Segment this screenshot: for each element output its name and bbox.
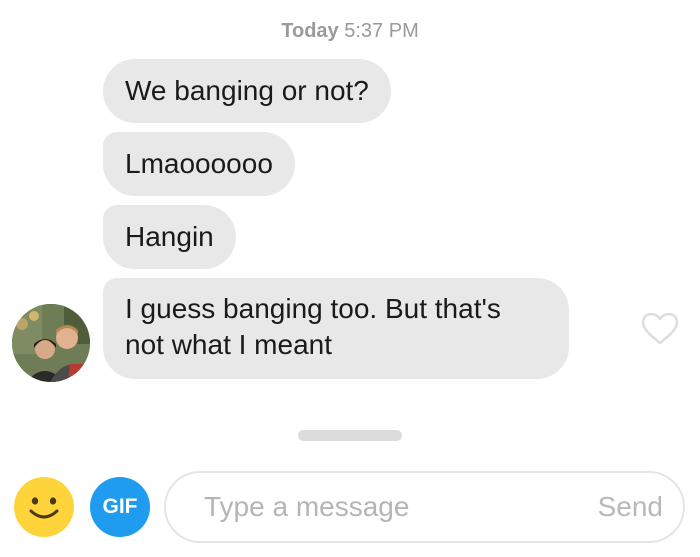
sender-avatar[interactable] (12, 304, 90, 382)
gif-button[interactable]: GIF (90, 477, 150, 537)
timestamp-time: 5:37 PM (344, 20, 419, 42)
message-bubble[interactable]: We banging or not? (103, 59, 391, 123)
smiley-face-icon[interactable] (14, 477, 74, 537)
timestamp-day: Today (281, 20, 339, 42)
message-bubble[interactable]: Lmaoooooo (103, 132, 295, 196)
avatar-photo (12, 304, 90, 382)
heart-outline-icon[interactable] (641, 312, 679, 346)
message-input-placeholder: Type a message (204, 491, 410, 522)
message-input[interactable]: Type a message Send (164, 471, 685, 543)
message-bubble[interactable]: Hangin (103, 205, 236, 269)
home-indicator (298, 430, 402, 441)
message-timestamp: Today 5:37 PM (0, 20, 700, 43)
message-bubble[interactable]: I guess banging too. But that's not what… (103, 278, 569, 379)
send-button[interactable]: Send (598, 491, 663, 523)
